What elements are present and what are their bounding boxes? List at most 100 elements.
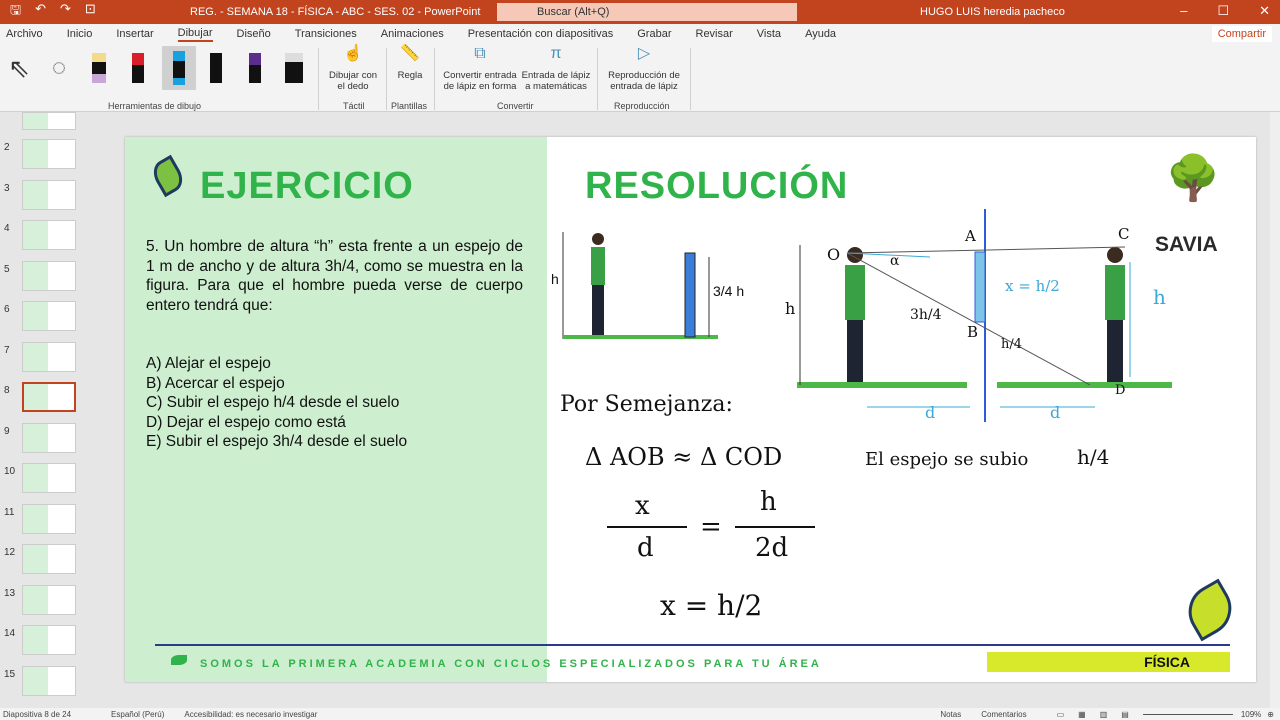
- thumbnail-number: 11: [4, 506, 15, 518]
- slide-thumbnail[interactable]: [22, 112, 76, 130]
- undo-icon[interactable]: ↶: [35, 1, 46, 23]
- select-pointer-icon[interactable]: ⇖: [6, 50, 32, 86]
- thumbnail-number: 3: [4, 182, 10, 194]
- present-icon[interactable]: ⊡: [85, 1, 96, 23]
- purple-pen-icon[interactable]: [249, 53, 261, 83]
- slide-thumbnail[interactable]: [22, 260, 76, 291]
- slide-thumbnail[interactable]: [22, 665, 76, 696]
- slide-thumbnails: 2 3 4 5 6 7 8 9 10 11 12 13 14 15: [0, 112, 105, 708]
- tab-archivo[interactable]: Archivo: [6, 28, 43, 40]
- slide-thumbnail[interactable]: [22, 220, 76, 250]
- accessibility-status[interactable]: Accesibilidad: es necesario investigar: [184, 710, 317, 719]
- notes-button[interactable]: Notas: [940, 710, 961, 719]
- draw-with-finger-button[interactable]: ☝ Dibujar con el dedo: [324, 45, 382, 93]
- group-label-convert: Convertir: [497, 101, 534, 111]
- save-icon[interactable]: 🖫: [10, 1, 21, 23]
- angle-alpha: α: [890, 253, 900, 269]
- lasso-icon[interactable]: ◌: [46, 50, 72, 86]
- slide-thumbnail[interactable]: [22, 179, 76, 210]
- slideshow-view-icon[interactable]: ▤: [1121, 710, 1129, 719]
- slide-thumbnail[interactable]: [22, 544, 76, 574]
- tab-revisar[interactable]: Revisar: [696, 28, 733, 40]
- footer-divider: [155, 644, 1230, 646]
- zoom-level[interactable]: 109%: [1241, 710, 1261, 719]
- vertical-scrollbar[interactable]: [1270, 112, 1280, 708]
- fit-slide-icon[interactable]: ⊕: [1267, 710, 1274, 719]
- ink-replay-button[interactable]: ▷ Reproducción de entrada de lápiz: [602, 46, 686, 93]
- thumbnail-number: 7: [4, 344, 10, 356]
- tab-diseno[interactable]: Diseño: [237, 28, 271, 40]
- slide-thumbnail[interactable]: [22, 584, 76, 615]
- tab-animaciones[interactable]: Animaciones: [381, 28, 444, 40]
- slide-thumbnail[interactable]: [22, 463, 76, 493]
- eraser-icon[interactable]: [92, 53, 106, 83]
- equals-sign: =: [700, 512, 722, 542]
- point-c: C: [1118, 225, 1130, 243]
- normal-view-icon[interactable]: ▭: [1057, 710, 1065, 719]
- search-input[interactable]: Buscar (Alt+Q): [497, 3, 797, 21]
- slide-thumbnail[interactable]: [22, 301, 76, 331]
- thumbnail-number: 2: [4, 142, 10, 153]
- thumbnail-number: 15: [4, 668, 16, 680]
- tab-ayuda[interactable]: Ayuda: [805, 28, 836, 40]
- slide-thumbnail[interactable]: [22, 503, 76, 534]
- tab-grabar[interactable]: Grabar: [637, 28, 671, 40]
- comments-button[interactable]: Comentarios: [981, 710, 1026, 719]
- redo-icon[interactable]: ↷: [60, 1, 71, 23]
- ruler-button[interactable]: 📏 Regla: [390, 45, 430, 82]
- ink-to-math-button[interactable]: π Entrada de lápiz a matemáticas: [520, 46, 592, 93]
- highlighter-icon[interactable]: [285, 53, 303, 83]
- resolution-title: RESOLUCIÓN: [585, 165, 849, 207]
- group-label-tools: Herramientas de dibujo: [108, 101, 202, 111]
- tab-presentacion[interactable]: Presentación con diapositivas: [468, 28, 614, 40]
- group-label-replay: Reproducción: [614, 101, 670, 111]
- slide-thumbnail[interactable]: [22, 341, 76, 372]
- footer-leaf-icon: [171, 655, 187, 665]
- zoom-slider[interactable]: [1142, 713, 1233, 715]
- tab-dibujar[interactable]: Dibujar: [177, 27, 213, 42]
- option-b: B) Acercar el espejo: [146, 374, 285, 392]
- close-button[interactable]: ✕: [1259, 3, 1270, 19]
- tab-inicio[interactable]: Inicio: [67, 28, 93, 40]
- point-a: A: [965, 227, 976, 245]
- tab-vista[interactable]: Vista: [757, 28, 781, 40]
- fraction-bar-right: [735, 526, 815, 528]
- red-pen-icon[interactable]: [132, 53, 144, 83]
- share-button[interactable]: Compartir: [1211, 26, 1272, 42]
- slide-thumbnail[interactable]: [22, 139, 76, 169]
- window-title: REG. - SEMANA 18 - FÍSICA - ABC - SES. 0…: [190, 6, 481, 18]
- slide-counter: Diapositiva 8 de 24: [3, 709, 72, 719]
- hand-touch-icon: ☝: [343, 45, 363, 62]
- slide-thumbnail[interactable]: [22, 422, 76, 453]
- shape-convert-icon: ⧉: [474, 45, 486, 62]
- thumbnail-number: 4: [4, 223, 10, 234]
- convert-ink-shape-button[interactable]: ⧉ Convertir entrada de lápiz en forma: [440, 45, 520, 93]
- savia-tree-logo: 🌳: [1165, 154, 1221, 203]
- user-name[interactable]: HUGO LUIS heredia pacheco: [920, 6, 1065, 18]
- language-status[interactable]: Español (Perú): [111, 710, 164, 719]
- tab-insertar[interactable]: Insertar: [116, 28, 153, 40]
- tab-transiciones[interactable]: Transiciones: [295, 28, 357, 40]
- thumbnail-number: 6: [4, 304, 10, 315]
- point-d: D: [1115, 383, 1126, 398]
- distance-d-right: d: [1050, 403, 1061, 422]
- slide-thumbnail[interactable]: [22, 625, 76, 655]
- right-h-label: h: [1153, 285, 1166, 309]
- point-o: O: [827, 245, 841, 264]
- figure-mirror-label: 3/4 h: [713, 283, 745, 299]
- group-label-stencils: Plantillas: [391, 101, 428, 111]
- maximize-button[interactable]: ☐: [1217, 3, 1229, 19]
- distance-d-left: d: [925, 403, 936, 422]
- blue-pen-icon[interactable]: [173, 51, 185, 85]
- conclusion-h4: h/4: [1077, 445, 1110, 469]
- slide-thumbnail[interactable]: [22, 382, 76, 412]
- option-c: C) Subir el espejo h/4 desde el suelo: [146, 394, 400, 411]
- result-equation: x = h/2: [660, 589, 763, 622]
- ruler-icon: 📏: [400, 45, 420, 62]
- reading-view-icon[interactable]: ▥: [1100, 710, 1108, 719]
- black-pen-icon[interactable]: [210, 53, 222, 83]
- thumbnail-number: 8: [4, 385, 10, 396]
- sorter-view-icon[interactable]: ▦: [1078, 710, 1086, 719]
- leaf-logo-icon: [1178, 578, 1242, 642]
- minimize-button[interactable]: –: [1180, 3, 1187, 19]
